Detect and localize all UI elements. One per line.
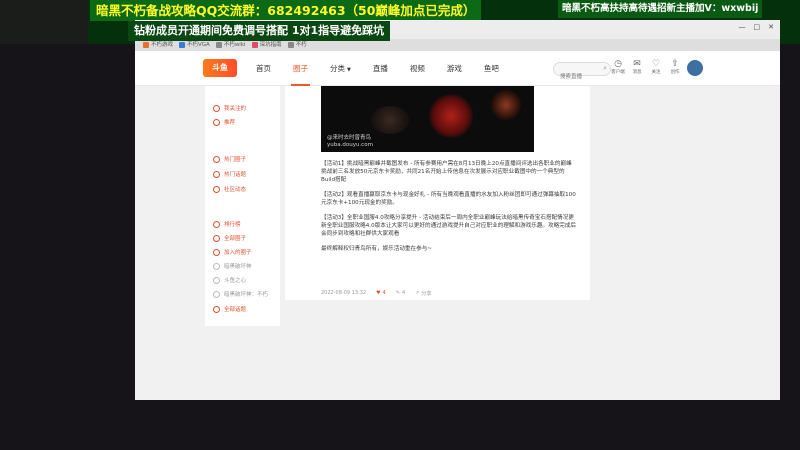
nav-item[interactable]: 鱼吧 — [473, 51, 510, 86]
menu-circle-icon — [213, 155, 220, 163]
image-orb — [491, 90, 521, 120]
fans-benefit-banner: 钻粉成员开通期间免费调号搭配 1对1指导避免踩坑 — [128, 21, 391, 41]
thumbs-up-icon: ♥ — [376, 290, 381, 296]
main-nav: 首页 圈子 分类 ▼ 直播 视频 游戏 鱼吧 — [245, 51, 510, 86]
history-button[interactable]: ◷ 客户端 — [609, 59, 627, 75]
menu-circle-icon — [213, 234, 220, 242]
bookmark-item[interactable]: 不朽游戏 — [143, 40, 173, 50]
user-avatar[interactable] — [687, 60, 703, 76]
stream-chat-header — [0, 0, 88, 44]
message-icon: ✉ — [633, 59, 641, 69]
site-header: 斗鱼 首页圈子分类▼直播视频游戏鱼吧 ⌕ ◷客户端✉消息♡关注⇧创作 — [135, 51, 780, 86]
comment-button[interactable]: ✎ 4 — [396, 290, 405, 296]
nav-item[interactable]: 分类 ▼ — [319, 51, 362, 86]
sidebar-menu-item[interactable]: 斗鱼之心 — [213, 276, 246, 284]
bookmark-item[interactable]: 不朽wiki — [215, 40, 246, 50]
image-figure — [371, 106, 409, 134]
search-icon[interactable]: ⌕ — [603, 64, 607, 73]
sidebar-menu-item[interactable]: 热门圈子 — [213, 155, 246, 163]
nav-item[interactable]: 直播 — [362, 51, 399, 86]
favicon-icon — [143, 42, 149, 48]
post-footer: 2022-08-09 13:32 ♥ 4 ✎ 4 ↗ 分享 — [321, 288, 577, 298]
image-watermark: @来时去时曾青鸟 yuba.douyu.com — [327, 135, 373, 148]
favicon-icon — [215, 42, 222, 48]
menu-circle-icon — [213, 185, 220, 193]
menu-circle-icon — [213, 104, 220, 112]
chevron-down-icon: ▼ — [347, 67, 351, 73]
sidebar-menu-item[interactable]: 推荐 — [213, 118, 235, 126]
menu-circle-icon — [213, 248, 220, 256]
follow-button[interactable]: ♡ 关注 — [647, 59, 665, 75]
window-controls: — □ ✕ — [739, 23, 775, 31]
minimize-icon[interactable]: — — [739, 23, 746, 31]
qq-group-banner: 暗黑不朽备战攻略QQ交流群：682492463（50巅峰加点已完成） — [90, 0, 482, 21]
post-date: 2022-08-09 13:32 — [321, 290, 367, 296]
menu-circle-icon — [213, 220, 220, 228]
sidebar-menu-item[interactable]: 我关注的 — [213, 104, 246, 112]
sidebar-menu-item[interactable]: 暗黑破坏神 — [213, 262, 252, 270]
sidebar-menu-item[interactable]: 全部圈子 — [213, 234, 246, 242]
post-image[interactable]: @来时去时曾青鸟 yuba.douyu.com — [321, 86, 534, 152]
search-input[interactable] — [554, 71, 600, 83]
image-orb — [429, 94, 473, 138]
nav-item[interactable]: 首页 — [245, 51, 282, 86]
favicon-icon — [179, 42, 186, 48]
nav-item[interactable]: 游戏 — [436, 51, 473, 86]
post-paragraph: 【活动2】观看直播赢取京东卡与现金好礼 - 所有当晚观看直播的水友加入粉丝团即可… — [321, 192, 576, 206]
post-paragraph: 【活动1】挑战暗黑巅峰并截图发布 - 所有参赛用户需在8月13日晚上20点直播间… — [321, 161, 572, 183]
browser-window: 不朽游戏 不朽VGA 不朽wiki 深坑指南 不朽 — □ ✕ 斗鱼 首页 圈子 分类 ▼ 直播… — [135, 20, 780, 400]
menu-circle-icon — [213, 262, 220, 270]
site-logo[interactable]: 斗鱼 — [203, 59, 237, 77]
search-box: ⌕ — [553, 62, 611, 83]
like-button[interactable]: ♥ 4 — [376, 290, 386, 296]
post-body: 【活动1】挑战暗黑巅峰并截图发布 - 所有参赛用户需在8月13日晚上20点直播间… — [321, 160, 577, 260]
post-paragraph: 【活动3】全职业国服4.0攻略分享提升 - 活动结束后一周内全职业巅峰玩法给暗黑… — [321, 215, 577, 237]
post-paragraph: 最终解释权归青鸟所有，娱乐活动重在参与~ — [321, 246, 432, 252]
menu-circle-icon — [213, 290, 220, 298]
left-menu: 我关注的推荐热门圈子热门话题社区动态排行榜全部圈子加入的圈子暗黑破坏神斗鱼之心暗… — [205, 86, 280, 326]
recruit-banner: 暗黑不朽高扶持高待遇招新主播加V：wxwbij — [558, 0, 763, 18]
comment-icon: ✎ — [395, 290, 400, 296]
bookmark-item[interactable]: 深坑指南 — [251, 40, 282, 50]
post-card: @来时去时曾青鸟 yuba.douyu.com 【活动1】挑战暗黑巅峰并截图发布… — [285, 86, 590, 300]
upload-button[interactable]: ⇧ 创作 — [666, 59, 684, 75]
menu-circle-icon — [213, 118, 220, 126]
sidebar-menu-item[interactable]: 排行榜 — [213, 220, 241, 228]
upload-icon: ⇧ — [671, 59, 679, 69]
sidebar-menu-item[interactable]: 暗黑破坏神：不朽 — [213, 290, 268, 298]
share-icon: ↗ — [415, 290, 420, 296]
bookmark-item[interactable]: 不朽 — [287, 40, 307, 50]
message-button[interactable]: ✉ 消息 — [628, 59, 646, 75]
history-icon: ◷ — [614, 59, 622, 69]
nav-item[interactable]: 圈子 — [282, 51, 319, 86]
nav-item[interactable]: 视频 — [399, 51, 436, 86]
bookmark-item[interactable]: 不朽VGA — [179, 40, 210, 50]
menu-circle-icon — [213, 276, 220, 284]
share-button[interactable]: ↗ 分享 — [415, 290, 431, 297]
sidebar-menu-item[interactable]: 加入的圈子 — [213, 248, 252, 256]
sidebar-menu-item[interactable]: 热门话题 — [213, 170, 246, 178]
favicon-icon — [251, 42, 258, 48]
close-icon[interactable]: ✕ — [768, 23, 774, 31]
follow-icon: ♡ — [651, 59, 661, 69]
favicon-icon — [287, 42, 294, 48]
menu-circle-icon — [213, 170, 220, 178]
menu-circle-icon — [213, 305, 220, 313]
maximize-icon[interactable]: □ — [754, 23, 761, 31]
sidebar-menu-item[interactable]: 全部话题 — [213, 305, 246, 313]
sidebar-menu-item[interactable]: 社区动态 — [213, 185, 246, 193]
